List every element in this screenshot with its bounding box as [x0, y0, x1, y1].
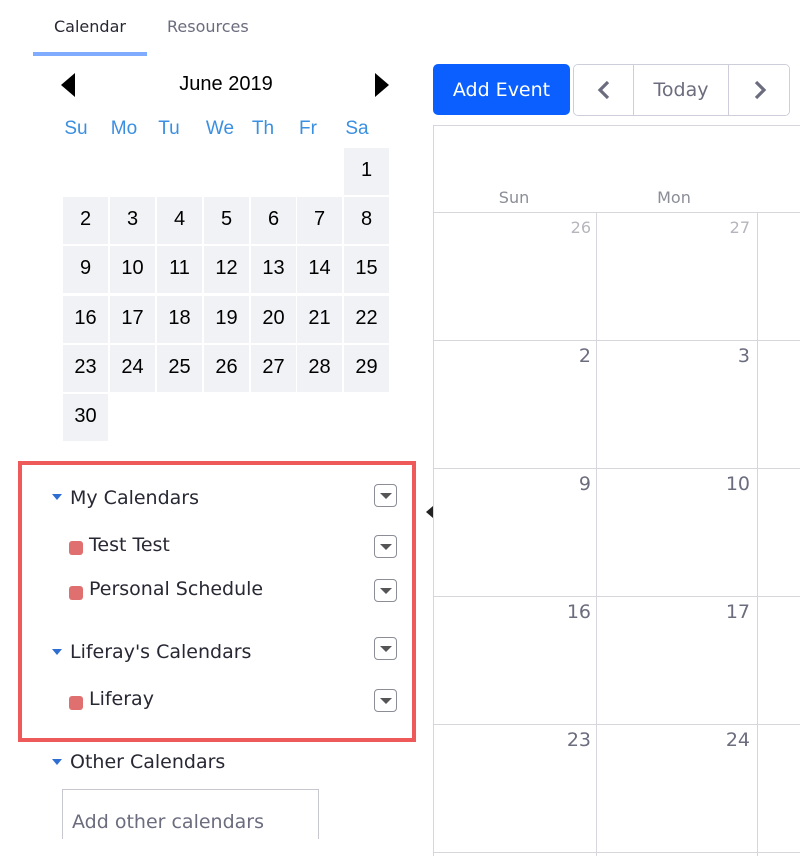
- tab-bar: Calendar Resources: [0, 0, 420, 58]
- mini-calendar-day[interactable]: 2: [62, 196, 109, 245]
- add-event-button[interactable]: Add Event: [433, 64, 570, 115]
- month-day-number[interactable]: 9: [531, 473, 591, 495]
- caret-down-icon[interactable]: [52, 759, 62, 765]
- grid-line: [596, 212, 597, 856]
- calendar-item-label: Test Test: [89, 534, 170, 556]
- month-day-number[interactable]: 26: [531, 218, 591, 237]
- mini-calendar-day[interactable]: 12: [203, 245, 250, 294]
- mini-calendar-day[interactable]: 11: [156, 245, 203, 294]
- liferays-calendars-label[interactable]: Liferay's Calendars: [70, 641, 251, 663]
- liferay-menu-button[interactable]: [374, 689, 397, 712]
- month-day-number[interactable]: 10: [690, 473, 750, 495]
- grid-line: [434, 724, 800, 725]
- weekday-label: We: [205, 118, 235, 139]
- calendar-color-swatch: [69, 696, 83, 710]
- collapse-sidebar-icon[interactable]: [426, 506, 433, 518]
- mini-calendar-day[interactable]: 10: [109, 245, 156, 294]
- mini-calendar-day[interactable]: 18: [156, 295, 203, 344]
- caret-down-icon[interactable]: [52, 649, 62, 655]
- mini-calendar-day[interactable]: 1: [343, 147, 390, 196]
- mini-calendar-day[interactable]: 3: [109, 196, 156, 245]
- other-calendars-label[interactable]: Other Calendars: [70, 751, 225, 773]
- mini-calendar-day[interactable]: 13: [250, 245, 297, 294]
- grid-line: [434, 468, 800, 469]
- mini-calendar-day[interactable]: 9: [62, 245, 109, 294]
- weekday-label: Sa: [345, 118, 369, 139]
- weekday-label: Mo: [110, 118, 138, 139]
- mini-calendar-day[interactable]: 15: [343, 245, 390, 294]
- weekday-label: Tu: [158, 118, 180, 139]
- mini-calendar-day[interactable]: 30: [62, 393, 109, 442]
- next-button[interactable]: [729, 65, 789, 115]
- mini-calendar-day[interactable]: 19: [203, 295, 250, 344]
- mini-calendar-day[interactable]: 27: [250, 344, 297, 393]
- mini-calendar-day[interactable]: 4: [156, 196, 203, 245]
- caret-down-icon[interactable]: [52, 494, 62, 500]
- weekday-label: Th: [251, 118, 275, 139]
- calendar-item-label: Liferay: [89, 688, 154, 710]
- my-calendars-menu-button[interactable]: [374, 484, 397, 507]
- next-month-icon[interactable]: [374, 72, 390, 98]
- day-header: Mon: [657, 188, 691, 207]
- mini-calendar-day[interactable]: 16: [62, 295, 109, 344]
- mini-calendar-month-label: June 2019: [179, 73, 273, 95]
- mini-calendar-day[interactable]: 17: [109, 295, 156, 344]
- grid-line: [434, 852, 800, 853]
- calendar-color-swatch: [69, 541, 83, 555]
- calendar-item-label: Personal Schedule: [89, 578, 264, 600]
- today-button[interactable]: Today: [634, 65, 729, 115]
- month-day-number[interactable]: 17: [690, 601, 750, 623]
- month-day-number[interactable]: 27: [690, 218, 750, 237]
- grid-line: [434, 212, 800, 213]
- month-view-grid: Sun Mon 26 27 2 3 9 10 16 17 23 24: [433, 125, 800, 856]
- previous-button[interactable]: [574, 65, 634, 115]
- tab-resources[interactable]: Resources: [167, 17, 249, 36]
- month-day-number[interactable]: 3: [690, 345, 750, 367]
- weekday-label: Su: [64, 118, 88, 139]
- mini-calendar-day[interactable]: 22: [343, 295, 390, 344]
- calendar-color-swatch: [69, 586, 83, 600]
- active-tab-indicator: [33, 52, 147, 56]
- personal-schedule-menu-button[interactable]: [374, 579, 397, 602]
- grid-line: [434, 596, 800, 597]
- mini-calendar-day[interactable]: 25: [156, 344, 203, 393]
- month-day-number[interactable]: 2: [531, 345, 591, 367]
- my-calendars-label[interactable]: My Calendars: [70, 487, 199, 509]
- mini-calendar-day[interactable]: 8: [343, 196, 390, 245]
- month-day-number[interactable]: 16: [531, 601, 591, 623]
- add-other-calendars-input[interactable]: [62, 789, 319, 839]
- mini-calendar-day[interactable]: 23: [62, 344, 109, 393]
- month-day-number[interactable]: 24: [690, 729, 750, 751]
- mini-calendar-day[interactable]: 24: [109, 344, 156, 393]
- tab-calendar[interactable]: Calendar: [54, 17, 126, 36]
- liferays-calendars-menu-button[interactable]: [374, 637, 397, 660]
- grid-line: [757, 212, 758, 856]
- mini-calendar-day[interactable]: 29: [343, 344, 390, 393]
- mini-calendar-day[interactable]: 20: [250, 295, 297, 344]
- mini-calendar-day[interactable]: 21: [296, 295, 343, 344]
- test-test-menu-button[interactable]: [374, 535, 397, 558]
- mini-calendar-day[interactable]: 28: [296, 344, 343, 393]
- weekday-label: Fr: [299, 118, 317, 139]
- day-header: Sun: [498, 188, 530, 207]
- grid-line: [434, 340, 800, 341]
- date-navigation-group: Today: [573, 64, 790, 116]
- mini-calendar-day[interactable]: 14: [296, 245, 343, 294]
- month-day-number[interactable]: 23: [531, 729, 591, 751]
- mini-calendar-header: June 2019: [60, 70, 392, 100]
- chevron-left-icon: [597, 80, 609, 100]
- mini-calendar-day[interactable]: 26: [203, 344, 250, 393]
- mini-calendar-day[interactable]: 5: [203, 196, 250, 245]
- mini-calendar-weekdays: Su Mo Tu We Th Fr Sa: [52, 118, 402, 142]
- mini-calendar-day[interactable]: 6: [250, 196, 297, 245]
- mini-calendar-day[interactable]: 7: [296, 196, 343, 245]
- chevron-right-icon: [754, 80, 767, 100]
